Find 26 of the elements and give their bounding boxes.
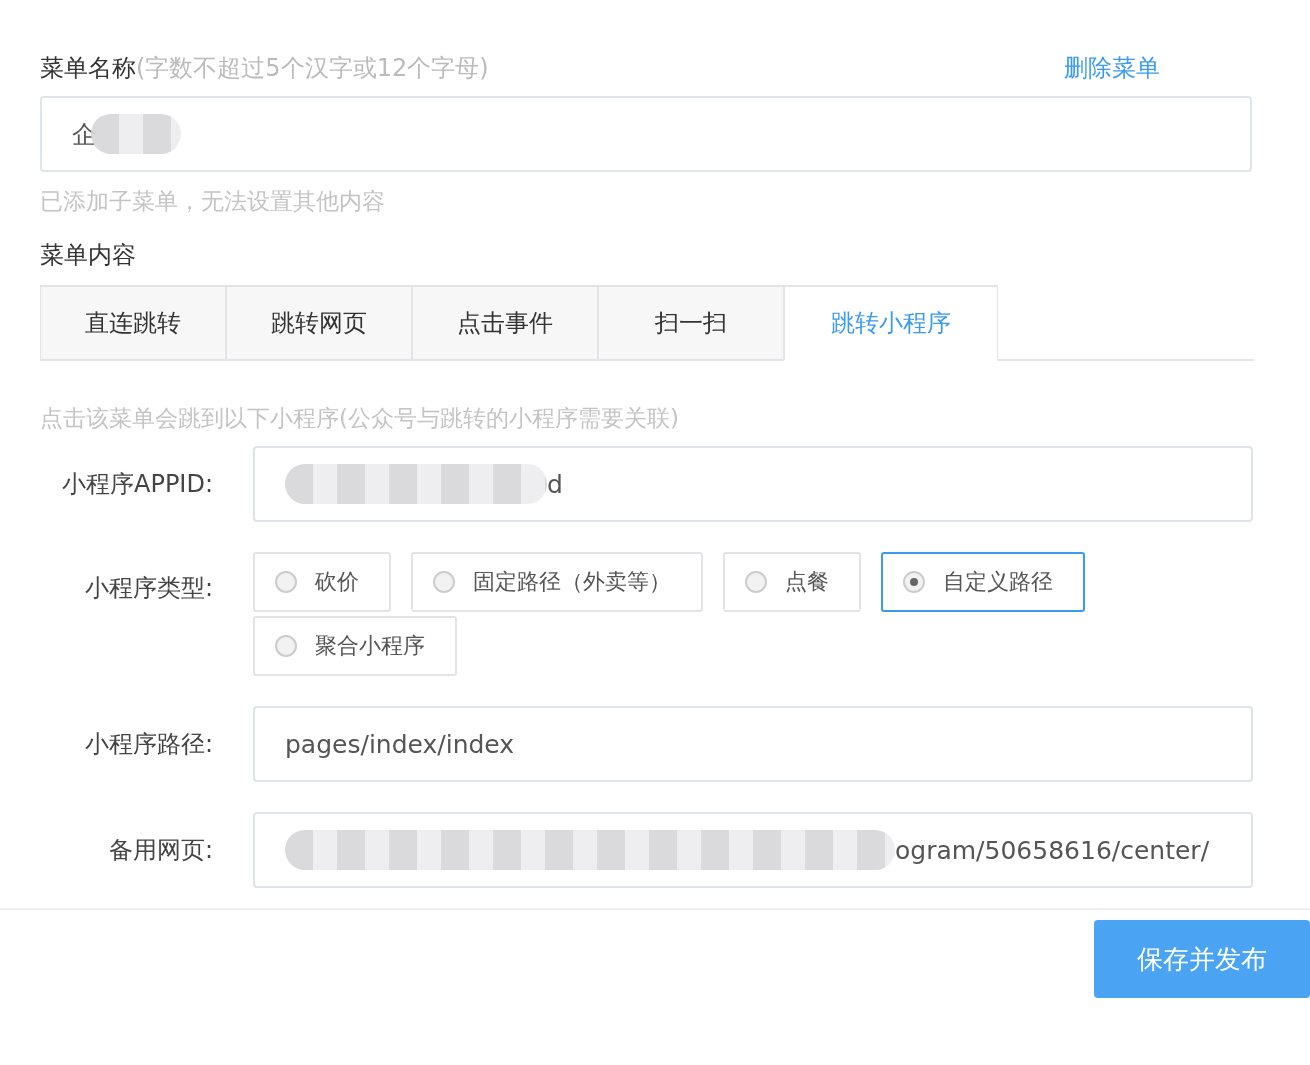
radio-icon bbox=[745, 571, 767, 593]
field-label: 小程序路径: bbox=[83, 729, 213, 760]
radio-icon bbox=[433, 571, 455, 593]
text-field[interactable]: pages/index/index bbox=[253, 706, 1253, 782]
field-label: 小程序类型: bbox=[83, 573, 213, 604]
radio-icon bbox=[275, 635, 297, 657]
field-label: 菜单名称(字数不超过5个汉字或12个字母) bbox=[40, 53, 489, 84]
helper-text: 已添加子菜单，无法设置其他内容 bbox=[40, 187, 386, 216]
field-label: 备用网页: bbox=[107, 835, 213, 866]
radio-option[interactable]: 砍价 bbox=[253, 552, 391, 612]
tab[interactable]: 点击事件 bbox=[412, 285, 598, 361]
hint-text: 点击该菜单会跳到以下小程序(公众号与跳转的小程序需要关联) bbox=[40, 404, 680, 433]
field-label: 小程序APPID: bbox=[61, 469, 213, 500]
tab[interactable]: 直连跳转 bbox=[40, 285, 226, 361]
radio-option[interactable]: 自定义路径 bbox=[881, 552, 1085, 612]
radio-icon bbox=[275, 571, 297, 593]
menu-name-field[interactable]: 企 bbox=[40, 96, 1252, 172]
tab[interactable]: 跳转网页 bbox=[226, 285, 412, 361]
radio-icon bbox=[903, 571, 925, 593]
radio-option[interactable]: 固定路径（外卖等） bbox=[411, 552, 703, 612]
section-label: 菜单内容 bbox=[40, 240, 137, 271]
radio-option[interactable]: 聚合小程序 bbox=[253, 616, 457, 676]
text-field[interactable]: d bbox=[253, 446, 1253, 522]
tab[interactable]: 扫一扫 bbox=[598, 285, 784, 361]
radio-option[interactable]: 点餐 bbox=[723, 552, 861, 612]
text-field[interactable]: ogram/50658616/center/ bbox=[253, 812, 1253, 888]
